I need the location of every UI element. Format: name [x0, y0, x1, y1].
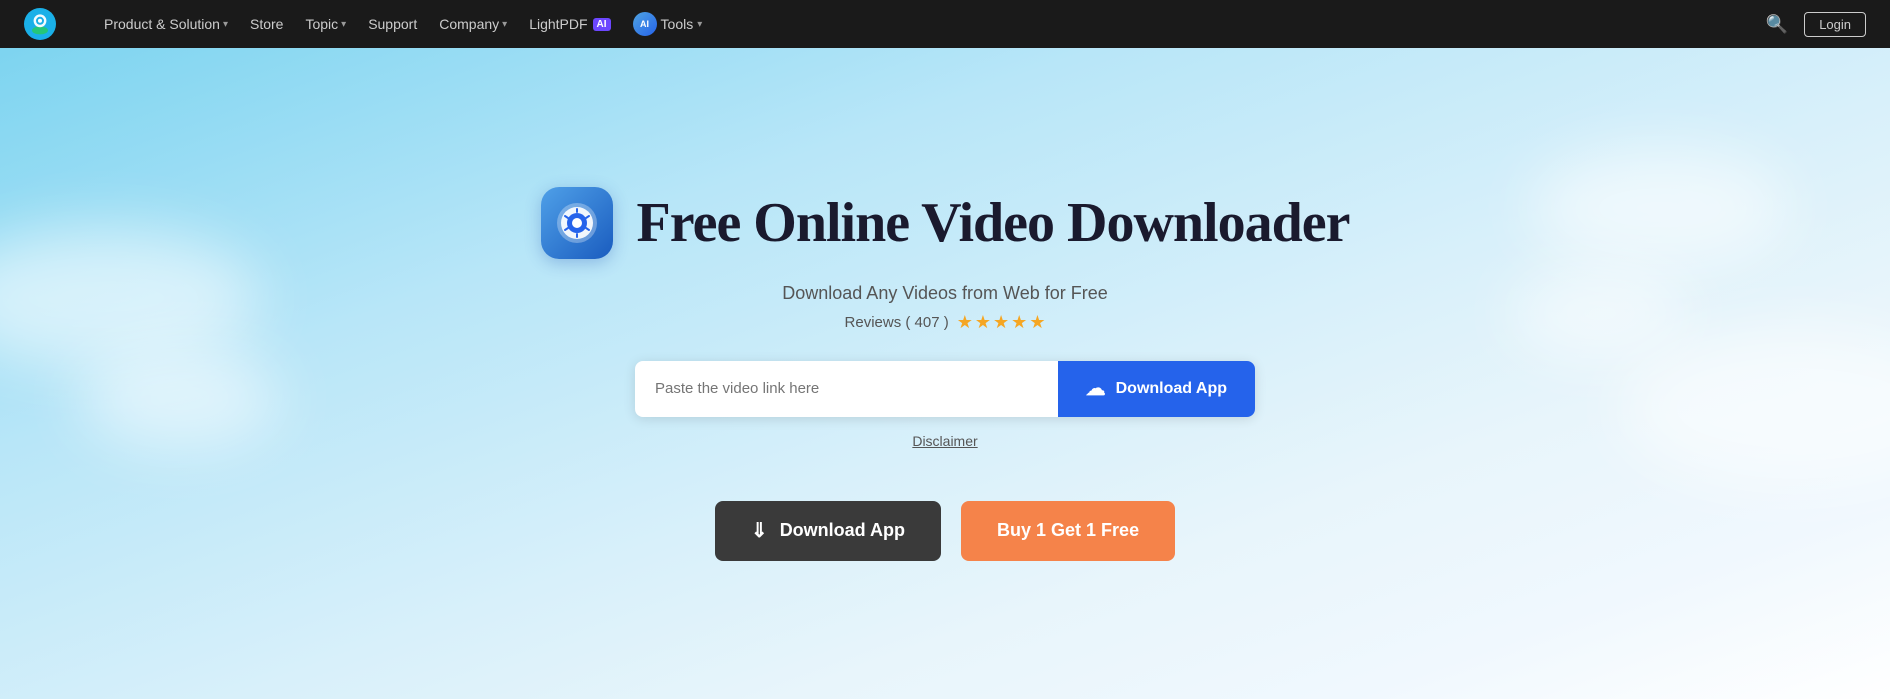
- star-2: ★: [975, 312, 991, 333]
- star-5: ★: [1029, 312, 1045, 333]
- reviews-text: Reviews ( 407 ): [845, 314, 949, 331]
- app-icon-svg: [556, 202, 598, 244]
- cloud-decoration-1: [0, 228, 260, 368]
- chevron-down-icon: ▾: [223, 19, 228, 30]
- chevron-down-icon: ▾: [502, 19, 507, 30]
- nav-right: 🔍 Login: [1766, 12, 1866, 37]
- nav-item-store[interactable]: Store: [242, 12, 291, 36]
- logo-icon: [24, 8, 56, 40]
- nav-item-lightpdf[interactable]: LightPDF AI: [521, 12, 618, 36]
- bottom-buttons: ⇓ Download App Buy 1 Get 1 Free: [715, 501, 1175, 561]
- cloud-download-icon: ☁: [1086, 376, 1106, 401]
- cloud-decoration-3: [1530, 148, 1790, 268]
- cloud-decoration-2: [80, 348, 280, 448]
- nav-item-product[interactable]: Product & Solution ▾: [96, 12, 236, 36]
- bottom-download-app-button[interactable]: ⇓ Download App: [715, 501, 941, 561]
- search-icon[interactable]: 🔍: [1766, 14, 1788, 35]
- nav-item-company[interactable]: Company ▾: [431, 12, 515, 36]
- hero-subtitle: Download Any Videos from Web for Free: [782, 283, 1108, 304]
- cloud-decoration-5: [1620, 328, 1890, 488]
- download-arrow-icon: ⇓: [751, 518, 768, 543]
- chevron-down-icon: ▾: [341, 19, 346, 30]
- disclaimer-link[interactable]: Disclaimer: [912, 433, 977, 449]
- chevron-down-icon: ▾: [697, 19, 702, 30]
- star-1: ★: [957, 312, 973, 333]
- hero-section: Free Online Video Downloader Download An…: [0, 48, 1890, 699]
- nav-item-support[interactable]: Support: [360, 12, 425, 36]
- page-title: Free Online Video Downloader: [637, 191, 1350, 255]
- star-3: ★: [993, 312, 1009, 333]
- app-icon: [541, 187, 613, 259]
- reviews-row: Reviews ( 407 ) ★ ★ ★ ★ ★: [845, 312, 1046, 333]
- video-url-input[interactable]: [635, 361, 1058, 417]
- nav-links: Product & Solution ▾ Store Topic ▾ Suppo…: [96, 8, 1742, 40]
- download-app-button[interactable]: ☁ Download App: [1058, 361, 1255, 417]
- nav-item-topic[interactable]: Topic ▾: [297, 12, 354, 36]
- ai-badge: AI: [593, 18, 611, 31]
- login-button[interactable]: Login: [1804, 12, 1866, 37]
- cloud-decoration-4: [1510, 268, 1690, 358]
- navbar: Product & Solution ▾ Store Topic ▾ Suppo…: [0, 0, 1890, 48]
- title-row: Free Online Video Downloader: [541, 187, 1350, 259]
- star-4: ★: [1011, 312, 1027, 333]
- search-bar: ☁ Download App: [635, 361, 1255, 417]
- nav-item-tools[interactable]: AI Tools ▾: [625, 8, 711, 40]
- buy-one-get-one-button[interactable]: Buy 1 Get 1 Free: [961, 501, 1175, 561]
- logo[interactable]: [24, 8, 56, 40]
- star-rating: ★ ★ ★ ★ ★: [957, 312, 1046, 333]
- ai-tools-icon: AI: [633, 12, 657, 36]
